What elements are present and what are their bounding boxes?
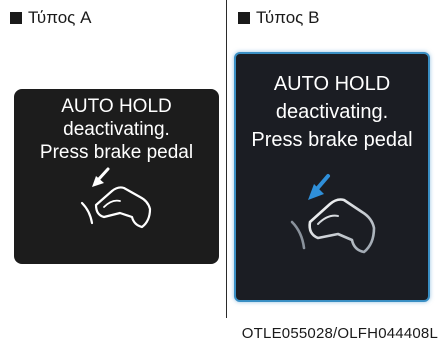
reference-code: OTLE055028/OLFH044408L — [241, 325, 438, 342]
type-b-display-panel: AUTO HOLD deactivating. Press brake peda… — [234, 52, 430, 302]
press-arrow-icon — [92, 167, 110, 187]
type-b-message-line-1: AUTO HOLD — [273, 73, 391, 95]
type-a-display-panel: AUTO HOLD deactivating. Press brake peda… — [14, 89, 219, 264]
type-b-label: Τύπος B — [256, 8, 320, 27]
press-arrow-icon — [308, 174, 330, 200]
type-b-message-line-3: Press brake pedal — [251, 129, 413, 151]
type-b-message: AUTO HOLD deactivating. Press brake peda… — [236, 70, 428, 154]
type-a-message-line-3: Press brake pedal — [39, 142, 194, 163]
type-a-message-line-2: deactivating. — [63, 119, 170, 140]
bullet-square-icon — [10, 12, 22, 24]
bullet-square-icon — [238, 12, 250, 24]
type-a-message: AUTO HOLD deactivating. Press brake peda… — [14, 95, 219, 164]
type-a-label: Τύπος A — [28, 8, 92, 27]
type-b-message-line-2: deactivating. — [275, 101, 389, 123]
brake-pedal-foot-icon — [80, 167, 152, 229]
type-b-header: Τύπος B — [238, 8, 319, 28]
type-a-header: Τύπος A — [10, 8, 91, 28]
type-a-message-line-1: AUTO HOLD — [61, 96, 172, 117]
column-divider — [226, 0, 227, 318]
brake-pedal-foot-icon — [290, 174, 376, 254]
